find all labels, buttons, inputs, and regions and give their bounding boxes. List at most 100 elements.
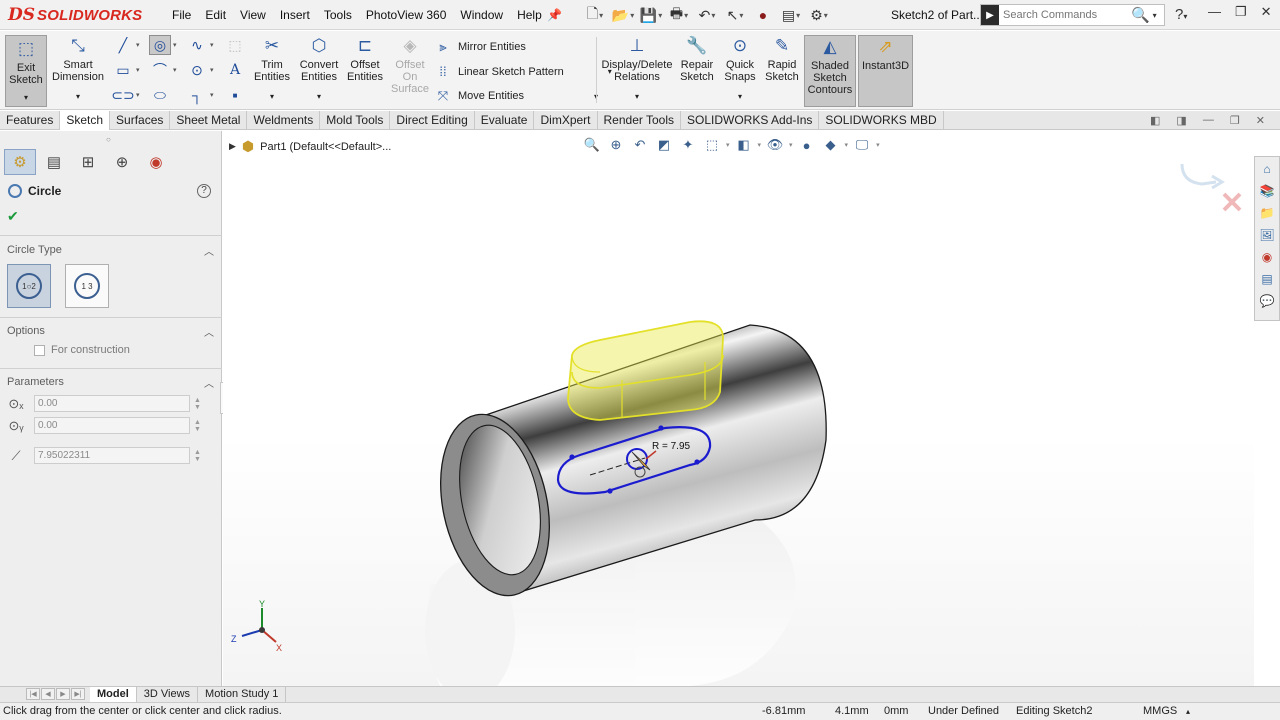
- trim-entities-button[interactable]: ✂ Trim Entities ▾: [253, 35, 291, 103]
- repair-sketch-button[interactable]: 🔧 Repair Sketch: [678, 35, 716, 83]
- doc-restore-icon[interactable]: ❐: [1230, 114, 1240, 127]
- instant3d-button[interactable]: ⇗ Instant3D: [858, 35, 913, 107]
- menu-edit[interactable]: Edit: [198, 8, 233, 22]
- forum-icon[interactable]: 💬: [1258, 292, 1276, 310]
- view-settings-icon[interactable]: 🖵: [852, 135, 872, 155]
- line-icon[interactable]: ╱: [112, 35, 134, 55]
- center-circle-button[interactable]: 1○2: [7, 264, 51, 308]
- dynamic-annotation-icon[interactable]: ✦: [678, 135, 698, 155]
- status-definition[interactable]: Under Defined: [928, 705, 999, 717]
- pin-menu-icon[interactable]: 📌: [547, 8, 562, 22]
- tab-model[interactable]: Model: [90, 687, 137, 702]
- checkbox-box[interactable]: [34, 344, 45, 356]
- options-gear-icon[interactable]: ⚙ ▾: [808, 4, 830, 26]
- slot-dropdown-icon[interactable]: ▾: [136, 91, 140, 99]
- linear-sketch-pattern-button[interactable]: ⁞⁞ Linear Sketch Pattern ▾: [434, 64, 611, 79]
- edit-appearance-icon[interactable]: ●: [797, 135, 817, 155]
- quick-snaps-button[interactable]: ⊙ Quick Snaps ▾: [722, 35, 758, 103]
- ok-checkmark-icon[interactable]: ✔: [7, 208, 19, 225]
- scene-dropdown-icon[interactable]: ▾: [845, 141, 849, 149]
- display-style-dropdown-icon[interactable]: ▾: [758, 141, 762, 149]
- appearances-icon[interactable]: ◉: [1258, 248, 1276, 266]
- solidworks-resources-icon[interactable]: ⌂: [1258, 160, 1276, 178]
- rectangle-icon[interactable]: ▭: [112, 60, 134, 80]
- zoom-to-fit-icon[interactable]: 🔍: [582, 135, 602, 155]
- apply-scene-icon[interactable]: ◆: [821, 135, 841, 155]
- open-folder-icon[interactable]: 📂 ▾: [612, 4, 634, 26]
- tab-surfaces[interactable]: Surfaces: [110, 111, 171, 130]
- doc-minimize-icon[interactable]: —: [1203, 114, 1214, 127]
- arc-dropdown-icon[interactable]: ▾: [173, 66, 177, 74]
- center-x-field[interactable]: 0.00: [34, 395, 190, 412]
- feature-manager-tab-icon[interactable]: ⚙: [4, 149, 36, 175]
- convert-entities-button[interactable]: ⬡ Convert Entities ▾: [297, 35, 341, 103]
- property-manager-tab-icon[interactable]: ▤: [38, 149, 70, 175]
- tab-weldments[interactable]: Weldments: [247, 111, 321, 130]
- mirror-entities-button[interactable]: ⫸ Mirror Entities: [434, 39, 526, 55]
- fillet-dropdown-icon[interactable]: ▾: [210, 91, 214, 99]
- circle-dropdown-icon[interactable]: ▾: [173, 41, 177, 49]
- close-icon[interactable]: ✕: [1261, 4, 1272, 20]
- solidworks-logo[interactable]: DS SOLIDWORKS: [8, 2, 142, 28]
- polygon-dropdown-icon[interactable]: ▾: [210, 66, 214, 74]
- hide-show-dropdown-icon[interactable]: ▾: [789, 141, 793, 149]
- file-explorer-icon[interactable]: 📁: [1258, 204, 1276, 222]
- print-icon[interactable]: 🖶 ▾: [668, 4, 690, 26]
- design-library-icon[interactable]: 📚: [1258, 182, 1276, 200]
- tab-3d-views[interactable]: 3D Views: [137, 687, 199, 702]
- offset-on-surface-button[interactable]: ◈ Offset On Surface: [390, 35, 430, 95]
- smart-dimension-button[interactable]: ⤡ Smart Dimension ▾: [50, 35, 106, 103]
- menu-window[interactable]: Window: [453, 8, 510, 22]
- quick-snaps-dropdown-icon[interactable]: ▾: [738, 91, 742, 103]
- point-icon[interactable]: ■: [224, 85, 246, 105]
- tab-direct-editing[interactable]: Direct Editing: [390, 111, 475, 130]
- search-dropdown-icon[interactable]: ▾: [1150, 4, 1160, 26]
- radius-field[interactable]: 7.95022311: [34, 447, 190, 464]
- tree-expand-icon[interactable]: ▶: [229, 141, 236, 152]
- smart-dimension-dropdown-icon[interactable]: ▾: [76, 91, 80, 103]
- menu-file[interactable]: File: [165, 8, 198, 22]
- select-arrow-icon[interactable]: ↖ ▾: [724, 4, 746, 26]
- view-orientation-icon[interactable]: ⬚: [702, 135, 722, 155]
- doc-close-icon[interactable]: ✕: [1256, 114, 1265, 127]
- first-tab-icon[interactable]: |◀: [26, 688, 40, 700]
- search-icon[interactable]: 🔍: [1131, 6, 1150, 24]
- menu-insert[interactable]: Insert: [273, 8, 317, 22]
- tab-sketch[interactable]: Sketch: [60, 111, 111, 130]
- discard-changes-icon[interactable]: [1222, 192, 1242, 212]
- tab-solidworks-mbd[interactable]: SOLIDWORKS MBD: [819, 111, 944, 130]
- relations-dropdown-icon[interactable]: ▾: [635, 91, 639, 103]
- prev-tab-icon[interactable]: ◀: [41, 688, 55, 700]
- pm-help-icon[interactable]: ?: [197, 184, 211, 198]
- menu-tools[interactable]: Tools: [317, 8, 359, 22]
- center-x-spinner[interactable]: ▲ ▼: [194, 397, 201, 411]
- polygon-icon[interactable]: ⊙: [186, 60, 208, 80]
- restore-icon[interactable]: ❐: [1235, 4, 1247, 20]
- search-input[interactable]: [999, 9, 1129, 21]
- options-header[interactable]: Options: [7, 325, 45, 337]
- shaded-sketch-contours-button[interactable]: ◭ Shaded Sketch Contours: [804, 35, 856, 107]
- next-tab-icon[interactable]: ▶: [56, 688, 70, 700]
- circle-type-header[interactable]: Circle Type: [7, 244, 62, 256]
- menu-view[interactable]: View: [233, 8, 273, 22]
- exit-sketch-dropdown-icon[interactable]: ▾: [24, 92, 28, 104]
- circle-type-collapse-icon[interactable]: ︿: [204, 243, 214, 258]
- tab-features[interactable]: Features: [0, 111, 61, 130]
- view-palette-icon[interactable]: 🖼: [1258, 226, 1276, 244]
- section-view-icon[interactable]: ◩: [654, 135, 674, 155]
- save-icon[interactable]: 💾 ▾: [640, 4, 662, 26]
- view-orientation-dropdown-icon[interactable]: ▾: [726, 141, 730, 149]
- tab-sheet-metal[interactable]: Sheet Metal: [170, 111, 248, 130]
- circle-icon[interactable]: ◎: [149, 35, 171, 55]
- last-tab-icon[interactable]: ▶|: [71, 688, 85, 700]
- tab-mold-tools[interactable]: Mold Tools: [320, 111, 391, 130]
- move-entities-button[interactable]: ⤧ Move Entities ▾: [434, 88, 598, 104]
- convert-dropdown-icon[interactable]: ▾: [317, 91, 321, 103]
- slot-icon[interactable]: ⊂⊃: [111, 85, 134, 105]
- display-delete-relations-button[interactable]: ⊥ Display/Delete Relations ▾: [601, 35, 673, 103]
- line-dropdown-icon[interactable]: ▾: [136, 41, 140, 49]
- trim-dropdown-icon[interactable]: ▾: [270, 91, 274, 103]
- tab-evaluate[interactable]: Evaluate: [475, 111, 535, 130]
- view-settings-dropdown-icon[interactable]: ▾: [876, 141, 880, 149]
- rapid-sketch-button[interactable]: ✎ Rapid Sketch: [764, 35, 800, 83]
